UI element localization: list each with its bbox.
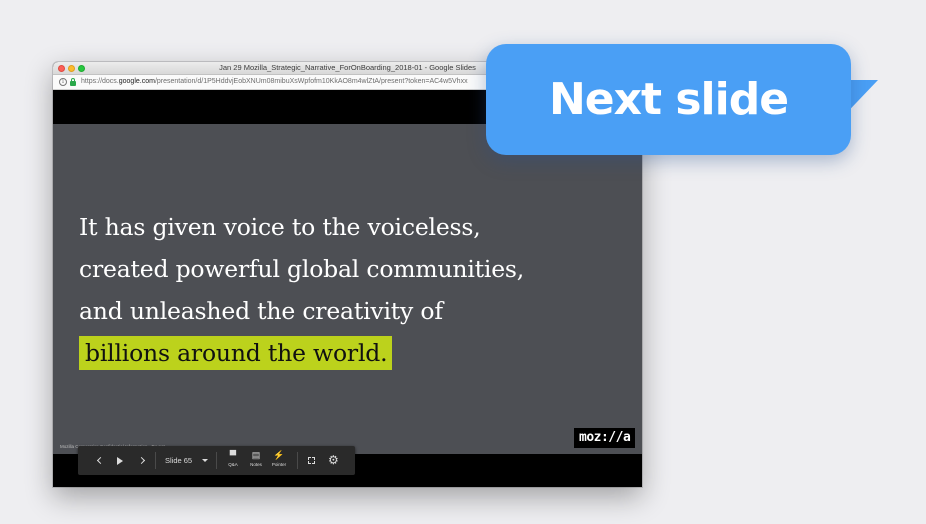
qa-label: Q&A xyxy=(228,462,238,467)
notes-icon: ▤ xyxy=(251,450,261,460)
slide-number-selector[interactable]: Slide 65 xyxy=(165,446,192,475)
divider xyxy=(155,452,156,469)
speech-bubble-text: Next slide xyxy=(548,74,789,125)
previous-slide-icon[interactable] xyxy=(96,456,105,465)
play-icon[interactable] xyxy=(117,457,123,465)
info-icon[interactable]: i xyxy=(59,78,67,86)
divider xyxy=(297,452,298,469)
mozilla-logo: moz://a xyxy=(574,428,636,448)
notes-label: Notes xyxy=(250,462,262,467)
pointer-button[interactable]: ⚡ Pointer xyxy=(267,450,291,472)
url-domain: google.com xyxy=(118,78,155,85)
slide-line: and unleashed the creativity of xyxy=(79,297,443,325)
slide-line: It has given voice to the voiceless, xyxy=(79,213,481,241)
highlighted-text: billions around the world. xyxy=(79,336,393,370)
next-slide-icon[interactable] xyxy=(137,456,146,465)
qa-button[interactable]: ▀ Q&A xyxy=(221,450,245,472)
slide-highlight-line: billions around the world. xyxy=(79,332,524,374)
divider xyxy=(216,452,217,469)
slide-line: created powerful global communities, xyxy=(79,255,525,283)
url-path: /presentation/d/1P5HddvjEobXNUm08mibuXsW… xyxy=(154,78,468,85)
slide-body-text: It has given voice to the voiceless, cre… xyxy=(79,206,524,374)
fullscreen-icon[interactable] xyxy=(308,457,315,464)
url-text[interactable]: https://docs.google.com/presentation/d/1… xyxy=(81,78,468,85)
pointer-label: Pointer xyxy=(271,462,287,467)
speech-bubble: Next slide xyxy=(486,44,851,155)
presenter-controls: Slide 65 ▀ Q&A ▤ Notes ⚡ Pointer ⚙ xyxy=(78,446,355,475)
lock-icon xyxy=(70,78,76,86)
qa-icon: ▀ xyxy=(229,450,237,460)
presentation-slide[interactable]: It has given voice to the voiceless, cre… xyxy=(53,124,642,454)
chevron-down-icon[interactable] xyxy=(202,459,208,462)
pointer-icon: ⚡ xyxy=(273,450,285,460)
gear-icon[interactable]: ⚙ xyxy=(328,446,339,475)
notes-button[interactable]: ▤ Notes xyxy=(244,450,268,472)
url-prefix: https://docs. xyxy=(81,78,119,85)
